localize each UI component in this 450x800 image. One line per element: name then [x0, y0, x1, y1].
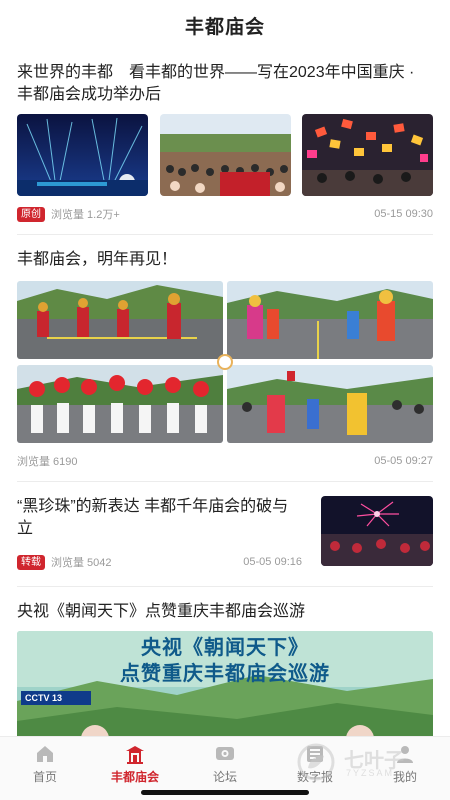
- original-badge: 原创: [17, 206, 45, 222]
- article-card[interactable]: 央视《朝闻天下》点赞重庆丰都庙会巡游 央视《朝闻天下》 点赞重庆丰都庙会巡游 C…: [0, 587, 450, 736]
- view-count: 浏览量 1.2万+: [51, 209, 120, 221]
- tab-label: 首页: [32, 770, 57, 784]
- article-meta: 浏览量 6190 05-05 09:27: [17, 451, 433, 471]
- article-meta: 原创 浏览量 1.2万+ 05-15 09:30: [17, 204, 433, 224]
- article-title[interactable]: 央视《朝闻天下》点赞重庆丰都庙会巡游: [17, 601, 433, 623]
- forum-icon: [216, 747, 234, 760]
- article-title[interactable]: 丰都庙会，明年再见！: [17, 249, 433, 271]
- article-image[interactable]: [302, 114, 433, 196]
- article-card[interactable]: 丰都庙会，明年再见！ 浏览量 6190 05-05 09:27: [0, 235, 450, 471]
- publish-date: 05-15 09:30: [374, 208, 433, 220]
- home-icon: [37, 746, 53, 762]
- watermark-subtext: 7YZSAM: [346, 768, 395, 778]
- article-text-block: “黑珍珠”的新表达 丰都千年庙会的破与立 转载 浏览量 5042 05-05 0…: [17, 496, 302, 572]
- article-images: [17, 114, 433, 196]
- repost-badge: 转载: [17, 554, 45, 570]
- temple-icon: [126, 746, 144, 764]
- article-image[interactable]: [227, 365, 433, 443]
- site-watermark: 七叶子 7YZSAM: [292, 742, 442, 782]
- publish-date: 05-05 09:27: [374, 455, 433, 467]
- article-card[interactable]: 来世界的丰都 看丰都的世界——写在2023年中国重庆 · 丰都庙会成功举办后 原…: [0, 50, 450, 224]
- tab-home[interactable]: 首页: [0, 737, 90, 800]
- article-title[interactable]: 来世界的丰都 看丰都的世界——写在2023年中国重庆 · 丰都庙会成功举办后: [17, 62, 433, 106]
- home-indicator[interactable]: [141, 790, 309, 795]
- banner-headline: 央视《朝闻天下》 点赞重庆丰都庙会巡游: [17, 635, 433, 687]
- article-card[interactable]: “黑珍珠”的新表达 丰都千年庙会的破与立 转载 浏览量 5042 05-05 0…: [0, 482, 450, 572]
- banner-line-2: 点赞重庆丰都庙会巡游: [120, 663, 330, 685]
- tab-label: 论坛: [212, 770, 237, 784]
- article-image[interactable]: [321, 496, 433, 566]
- banner-line-1: 央视《朝闻天下》: [141, 637, 309, 659]
- article-image[interactable]: [159, 114, 291, 196]
- view-count: 浏览量 5042: [51, 557, 112, 569]
- article-image[interactable]: [17, 281, 223, 359]
- app-header: 丰都庙会: [0, 0, 450, 50]
- article-image-grid: [17, 281, 433, 443]
- article-meta: 转载 浏览量 5042 05-05 09:16: [17, 552, 302, 572]
- article-image[interactable]: [227, 281, 433, 359]
- article-image[interactable]: [17, 365, 223, 443]
- publish-date: 05-05 09:16: [243, 556, 302, 568]
- page-title: 丰都庙会: [184, 16, 265, 38]
- tab-label: 丰都庙会: [110, 770, 159, 784]
- article-feed[interactable]: 来世界的丰都 看丰都的世界——写在2023年中国重庆 · 丰都庙会成功举办后 原…: [0, 50, 450, 736]
- article-image[interactable]: [17, 114, 148, 196]
- view-count: 浏览量 6190: [17, 456, 78, 468]
- article-banner-image[interactable]: 央视《朝闻天下》 点赞重庆丰都庙会巡游 CCTV 13: [17, 631, 433, 736]
- cctv-logo: CCTV 13: [25, 693, 63, 703]
- article-title[interactable]: “黑珍珠”的新表达 丰都千年庙会的破与立: [17, 496, 302, 540]
- gallery-indicator-icon: [217, 354, 233, 370]
